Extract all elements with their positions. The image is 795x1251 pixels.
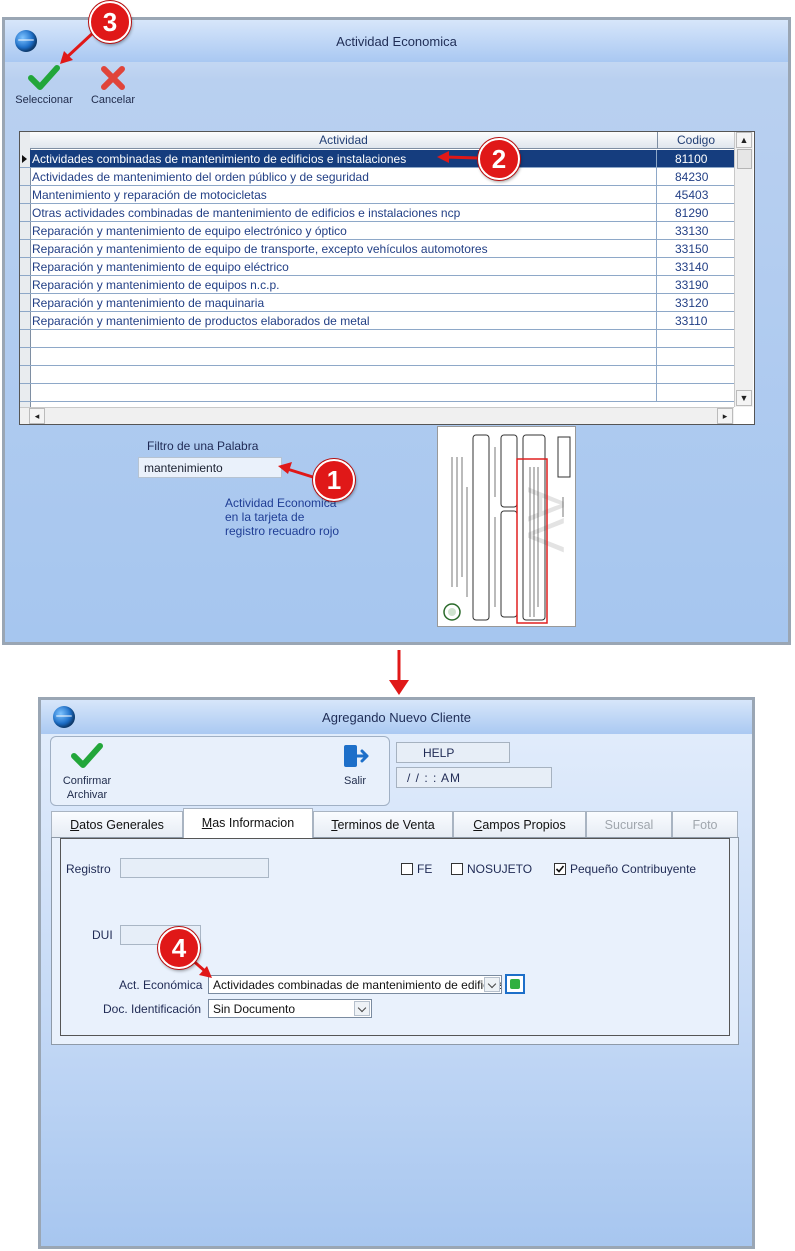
tab-datos-generales[interactable]: Datos Generales [51,811,183,837]
checkmark-icon [555,865,565,873]
tab-mnemonic: D [70,818,80,832]
check-icon-2 [71,743,103,768]
tab-foto: Foto [672,811,738,837]
tab-campos-propios[interactable]: Campos Propios [453,811,586,837]
badge-3: 3 [89,1,131,43]
confirm-label: Confirmar [62,775,112,787]
pequeno-contribuyente-label: Pequeño Contribuyente [570,862,697,876]
fe-label: FE [417,862,433,876]
tab-mnemonic: C [473,818,483,832]
badge-2: 2 [478,138,520,180]
toolbar-2: Confirmar Archivar Salir [50,736,390,806]
tab-terminos-venta[interactable]: Terminos de Venta [313,811,453,837]
doc-identificacion-value: Sin Documento [213,1002,296,1016]
fe-checkbox[interactable] [401,863,413,875]
title-bar-2: Agregando Nuevo Cliente [41,700,752,734]
window-title-2: Agregando Nuevo Cliente [322,710,471,725]
tab-mnemonic: M [201,816,213,830]
tab-label: erminos de Venta [337,818,435,832]
archive-label: Archivar [66,789,108,801]
datetime-field[interactable]: / / : : AM [396,767,552,788]
pequeno-contribuyente-checkbox[interactable] [554,863,566,875]
chevron-down-icon[interactable] [354,1001,370,1016]
tab-label: ampos Propios [482,818,566,832]
exit-button[interactable]: Salir [333,743,377,793]
annotation-arrow-4 [189,956,212,978]
tab-sucursal: Sucursal [586,811,672,837]
doc-identificacion-label: Doc. Identificación [103,1002,202,1016]
registro-label: Registro [66,862,111,876]
nosujeto-checkbox[interactable] [451,863,463,875]
tab-label: as Informacion [212,816,295,830]
doc-identificacion-combo[interactable]: Sin Documento [208,999,372,1018]
tab-label: atos Generales [79,818,164,832]
nosujeto-label: NOSUJETO [467,862,533,876]
confirm-archive-button[interactable]: Confirmar Archivar [57,743,117,803]
exit-label: Salir [343,775,366,787]
help-field[interactable]: HELP [396,742,510,763]
tab-mas-informacion[interactable]: Mas Informacion [183,808,313,838]
registro-input[interactable] [120,858,269,878]
exit-door-icon [344,745,369,767]
badge-1: 1 [313,459,355,501]
badge-4: 4 [158,927,200,969]
annotation-arrows [60,30,479,695]
